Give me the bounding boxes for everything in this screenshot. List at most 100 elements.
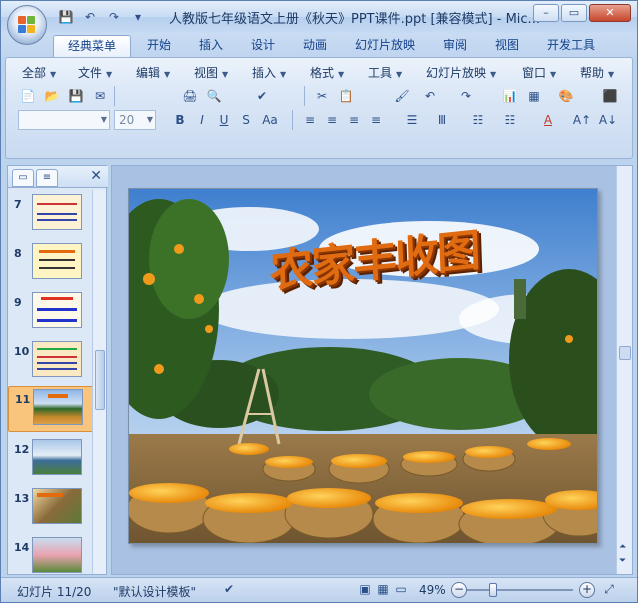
previous-slide-icon[interactable]: ⏶ — [619, 542, 626, 552]
scrollbar-thumb[interactable] — [95, 350, 105, 410]
format-painter-icon[interactable]: 🖌 — [392, 86, 412, 106]
normal-view-icon[interactable]: ▣ — [357, 582, 373, 598]
outline-tab-icon[interactable]: ≡ — [36, 169, 58, 187]
font-name-combo[interactable]: ▼ — [18, 110, 110, 130]
next-slide-icon[interactable]: ⏷ — [619, 556, 626, 566]
slide-thumbnail-8[interactable]: 8 — [8, 241, 94, 287]
change-case-icon[interactable]: Aa — [260, 110, 280, 130]
slide-thumbnail-9[interactable]: 9 — [8, 290, 94, 336]
slideshow-view-icon[interactable]: ▭ — [393, 582, 409, 598]
bold-icon[interactable]: B — [170, 110, 190, 130]
slide-number: 7 — [14, 198, 22, 211]
underline-icon[interactable]: U — [214, 110, 234, 130]
slide-thumbnail-image — [32, 488, 82, 524]
tab-view[interactable]: 视图 — [485, 35, 529, 57]
menu-window[interactable]: 窗口 ▼ — [522, 64, 556, 81]
customize-qat-icon[interactable]: ▾ — [129, 8, 147, 26]
slide-thumbnail-list: 7 8 9 10 11 12 13 14 — [8, 190, 94, 574]
bullets-icon[interactable]: ☷ — [500, 110, 520, 130]
align-center-icon[interactable]: ≡ — [322, 110, 342, 130]
maximize-button[interactable]: ▭ — [561, 4, 587, 22]
shrink-font-icon[interactable]: A↓ — [598, 110, 618, 130]
zoom-in-button[interactable]: + — [579, 582, 595, 598]
color-scheme-icon[interactable]: 🎨 — [556, 86, 576, 106]
columns-icon[interactable]: Ⅲ — [432, 110, 452, 130]
tab-developer[interactable]: 开发工具 — [539, 35, 603, 57]
italic-icon[interactable]: I — [192, 110, 212, 130]
new-icon[interactable]: 📄 — [18, 86, 38, 106]
zoom-slider-thumb[interactable] — [489, 583, 497, 597]
chevron-down-icon: ▼ — [550, 70, 557, 79]
align-left-icon[interactable]: ≡ — [300, 110, 320, 130]
font-color-icon[interactable]: A — [538, 110, 558, 130]
tab-review[interactable]: 审阅 — [433, 35, 477, 57]
tab-home[interactable]: 开始 — [137, 35, 181, 57]
justify-icon[interactable]: ≡ — [366, 110, 386, 130]
menu-tools[interactable]: 工具 ▼ — [368, 64, 402, 81]
cut-icon[interactable]: ✂ — [312, 86, 332, 106]
menu-edit[interactable]: 编辑 ▼ — [136, 64, 170, 81]
chevron-down-icon: ▼ — [608, 70, 615, 79]
menu-format[interactable]: 格式 ▼ — [310, 64, 344, 81]
slide-thumbnail-12[interactable]: 12 — [8, 437, 94, 483]
print-preview-icon[interactable]: 🔍 — [204, 86, 224, 106]
table-icon[interactable]: ▦ — [524, 86, 544, 106]
slide-sorter-icon[interactable]: ▦ — [375, 582, 391, 598]
copy-icon[interactable]: 📋 — [336, 86, 356, 106]
window-title: 人教版七年级语文上册《秋天》PPT课件.ppt [兼容模式] - Mic... — [169, 12, 540, 27]
slide-thumbnail-10[interactable]: 10 — [8, 339, 94, 385]
office-button[interactable] — [7, 5, 47, 45]
spelling-icon[interactable]: ✔ — [252, 86, 272, 106]
open-icon[interactable]: 📂 — [42, 86, 62, 106]
tab-design[interactable]: 设计 — [241, 35, 285, 57]
editor-vertical-scrollbar[interactable]: ⏶ ⏷ — [616, 166, 632, 574]
undo-icon[interactable]: ↶ — [81, 8, 99, 26]
email-icon[interactable]: ✉ — [90, 86, 110, 106]
slide-canvas[interactable]: 农家丰收图 — [128, 188, 598, 544]
slides-pane: ▭ ≡ ✕ 7 8 9 10 11 12 13 14 — [7, 165, 108, 575]
undo-icon[interactable]: ↶ — [420, 86, 440, 106]
scrollbar-thumb[interactable] — [619, 346, 631, 360]
menu-file[interactable]: 文件 ▼ — [78, 64, 112, 81]
menu-help[interactable]: 帮助 ▼ — [580, 64, 614, 81]
chart-icon[interactable]: 📊 — [500, 86, 520, 106]
save-icon[interactable]: 💾 — [66, 86, 86, 106]
slide-thumbnail-13[interactable]: 13 — [8, 486, 94, 532]
slides-pane-scrollbar[interactable] — [92, 190, 106, 574]
numbering-icon[interactable]: ☷ — [468, 110, 488, 130]
grayscale-icon[interactable]: ⬛ — [600, 86, 620, 106]
redo-icon[interactable]: ↷ — [105, 8, 123, 26]
tab-classic-menu[interactable]: 经典菜单 — [53, 35, 131, 57]
save-icon[interactable]: 💾 — [57, 8, 75, 26]
zoom-level[interactable]: 49% — [419, 583, 446, 597]
print-icon[interactable]: 🖨 — [180, 86, 200, 106]
grow-font-icon[interactable]: A↑ — [572, 110, 592, 130]
shadow-icon[interactable]: S — [236, 110, 256, 130]
align-right-icon[interactable]: ≡ — [344, 110, 364, 130]
minimize-button[interactable]: – — [533, 4, 559, 22]
tab-slideshow[interactable]: 幻灯片放映 — [347, 35, 423, 57]
zoom-out-button[interactable]: − — [451, 582, 467, 598]
text-direction-icon[interactable]: ☰ — [402, 110, 422, 130]
spell-check-icon[interactable]: ✔ — [221, 582, 237, 598]
menu-insert[interactable]: 插入 ▼ — [252, 64, 286, 81]
slide-thumbnail-14[interactable]: 14 — [8, 535, 94, 574]
menu-slideshow[interactable]: 幻灯片放映 ▼ — [426, 64, 496, 81]
slide-thumbnail-image — [32, 537, 82, 573]
slide-editor: 农家丰收图 ⏶ ⏷ — [111, 165, 633, 575]
slide-thumbnail-11[interactable]: 11 — [8, 386, 94, 432]
font-size-combo[interactable]: 20 ▼ — [114, 110, 156, 130]
close-icon[interactable]: ✕ — [90, 168, 102, 184]
tab-animation[interactable]: 动画 — [293, 35, 337, 57]
fit-to-window-icon[interactable]: ⤢ — [601, 582, 617, 598]
close-button[interactable]: ✕ — [589, 4, 631, 22]
menu-view[interactable]: 视图 ▼ — [194, 64, 228, 81]
menu-all[interactable]: 全部 ▼ — [22, 64, 56, 81]
slide-thumbnail-7[interactable]: 7 — [8, 192, 94, 238]
slide-number: 13 — [14, 492, 30, 505]
zoom-slider-track[interactable] — [467, 589, 573, 591]
redo-icon[interactable]: ↷ — [456, 86, 476, 106]
slide-thumbnail-image — [32, 341, 82, 377]
slides-tab-icon[interactable]: ▭ — [12, 169, 34, 187]
tab-insert[interactable]: 插入 — [189, 35, 233, 57]
